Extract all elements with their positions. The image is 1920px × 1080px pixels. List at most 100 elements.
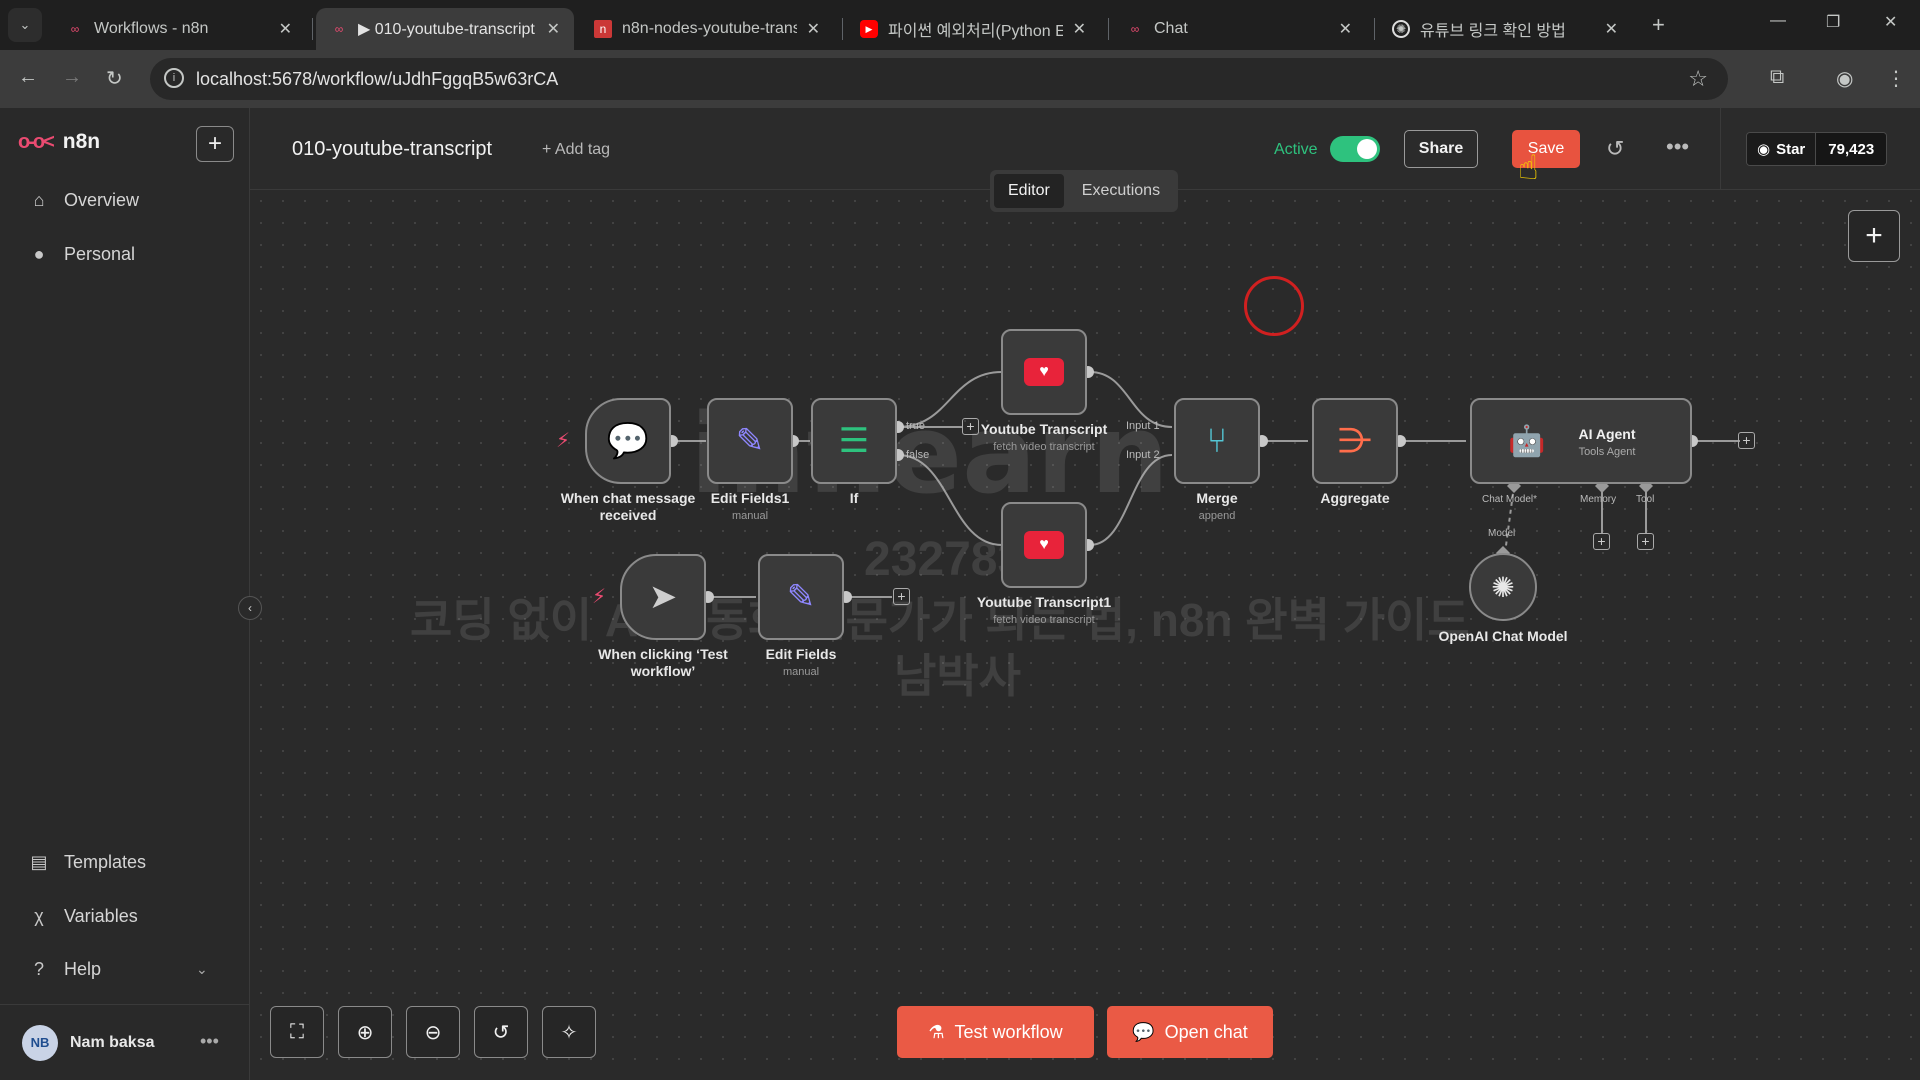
site-info-icon[interactable]: i	[164, 68, 184, 88]
node-youtube-transcript1-label: Youtube Transcript1	[976, 594, 1112, 610]
chat-icon: 💬	[1132, 1021, 1155, 1042]
active-label: Active	[1274, 141, 1318, 158]
history-icon[interactable]: ↺	[1606, 136, 1624, 162]
node-chat-trigger[interactable]: 💬	[585, 398, 671, 484]
node-merge[interactable]: ⑂	[1174, 398, 1260, 484]
sidebar-item-variables[interactable]: χ Variables	[28, 906, 137, 927]
add-connection-icon[interactable]: +	[893, 588, 910, 605]
node-youtube-transcript1[interactable]: ♥	[1001, 502, 1087, 588]
if-false-label: false	[906, 449, 930, 461]
node-youtube-transcript1-sub: fetch video transcript	[993, 614, 1095, 626]
browser-tab-current[interactable]: ∞ ▶ 010-youtube-transcript ✕	[316, 8, 574, 50]
node-edit-fields[interactable]: ✎	[758, 554, 844, 640]
extensions-icon[interactable]: ⧉	[1770, 66, 1784, 89]
node-edit-fields-sub: manual	[782, 666, 820, 678]
close-icon[interactable]: ✕	[1605, 19, 1618, 39]
tab-executions[interactable]: Executions	[1068, 174, 1174, 208]
youtube-transcript-icon: ♥	[1024, 358, 1064, 386]
close-icon[interactable]: ✕	[1339, 19, 1352, 39]
node-aggregate[interactable]: ⋺	[1312, 398, 1398, 484]
share-button[interactable]: Share	[1404, 130, 1478, 168]
github-star-button[interactable]: ◉ Star 79,423	[1746, 132, 1888, 166]
merge-input1-label: Input 1	[1126, 420, 1160, 432]
box-icon: ▤	[30, 852, 48, 872]
browser-tab-npm[interactable]: n n8n-nodes-youtube-trans ✕	[580, 8, 834, 50]
tab-editor[interactable]: Editor	[994, 174, 1064, 208]
add-memory-icon[interactable]: +	[1593, 533, 1610, 550]
close-window-icon[interactable]: ✕	[1884, 12, 1897, 32]
close-icon[interactable]: ✕	[807, 19, 820, 39]
fit-view-icon[interactable]: ⛶	[270, 1006, 324, 1058]
if-true-label: true	[906, 420, 925, 432]
active-toggle[interactable]	[1330, 136, 1380, 162]
browser-tab-strip: ⌄ ∞ Workflows - n8n ✕ ∞ ▶ 010-youtube-tr…	[0, 0, 1920, 50]
more-icon[interactable]: •••	[200, 1031, 219, 1052]
back-icon[interactable]: ←	[18, 66, 38, 89]
node-if[interactable]: ☰	[811, 398, 897, 484]
more-options-icon[interactable]: •••	[1666, 134, 1689, 160]
create-button[interactable]: +	[196, 126, 234, 162]
browser-tab-chat[interactable]: ∞ Chat ✕	[1112, 8, 1366, 50]
close-icon[interactable]: ✕	[1073, 19, 1086, 39]
n8n-icon: ∞	[1130, 22, 1140, 36]
browser-tab-youtube[interactable]: ▶ 파이썬 예외처리(Python E ✕	[846, 8, 1100, 50]
open-chat-button[interactable]: 💬 Open chat	[1107, 1006, 1273, 1058]
agent-memory-port: Memory	[1580, 494, 1617, 505]
sidebar-item-personal[interactable]: ● Personal	[28, 244, 135, 265]
tab-search-button[interactable]: ⌄	[8, 8, 42, 42]
close-icon[interactable]: ✕	[279, 19, 292, 39]
sidebar-item-templates[interactable]: ▤ Templates	[28, 852, 146, 873]
user-menu[interactable]: NB Nam baksa •••	[0, 1004, 250, 1080]
add-connection-icon[interactable]: +	[1738, 432, 1755, 449]
github-icon: ◉	[1757, 141, 1771, 158]
collapse-sidebar-button[interactable]: ‹	[238, 596, 262, 620]
zoom-in-icon[interactable]: ⊕	[338, 1006, 392, 1058]
sidebar-item-help[interactable]: ? Help ⌄	[28, 959, 208, 980]
forward-icon[interactable]: →	[62, 66, 82, 89]
sidebar: o-o< n8n + ⌂ Overview ● Personal ▤ Templ…	[0, 108, 250, 1080]
node-manual-trigger[interactable]: ➤	[620, 554, 706, 640]
reload-icon[interactable]: ↻	[106, 66, 123, 91]
profile-icon[interactable]: ◉	[1836, 66, 1853, 91]
browser-tab-workflows[interactable]: ∞ Workflows - n8n ✕	[52, 8, 306, 50]
add-tool-icon[interactable]: +	[1637, 533, 1654, 550]
n8n-logo-icon: o-o<	[18, 130, 55, 153]
test-workflow-button[interactable]: ⚗ Test workflow	[897, 1006, 1094, 1058]
node-youtube-transcript[interactable]: ♥	[1001, 329, 1087, 415]
browser-toolbar: ← → ↻ i localhost:5678/workflow/uJdhFggq…	[0, 50, 1920, 108]
close-icon[interactable]: ✕	[547, 19, 560, 39]
node-openai-chat-model[interactable]: ✺	[1469, 553, 1537, 621]
new-tab-button[interactable]: +	[1652, 12, 1665, 38]
add-tag-button[interactable]: + Add tag	[542, 141, 610, 159]
reset-zoom-icon[interactable]: ↺	[474, 1006, 528, 1058]
workflow-name[interactable]: 010-youtube-transcript	[292, 138, 492, 161]
node-edit-fields1[interactable]: ✎	[707, 398, 793, 484]
robot-icon: 🤖	[1508, 425, 1546, 458]
aggregate-icon: ⋺	[1338, 422, 1372, 460]
restore-icon[interactable]: ❐	[1826, 12, 1840, 32]
agent-tool-port: Tool	[1636, 494, 1655, 505]
user-name: Nam baksa	[70, 1033, 155, 1051]
minimize-icon[interactable]: —	[1770, 12, 1786, 30]
node-edit-fields-label: Edit Fields	[765, 646, 837, 662]
openai-icon: ✺	[1392, 20, 1410, 38]
bookmark-star-icon[interactable]: ☆	[1688, 66, 1708, 92]
node-ai-agent[interactable]: 🤖 AI Agent Tools Agent	[1470, 398, 1692, 484]
sidebar-item-overview[interactable]: ⌂ Overview	[28, 190, 139, 211]
node-youtube-transcript-label: Youtube Transcript	[980, 421, 1108, 437]
chat-bubbles-icon: 💬	[606, 422, 650, 460]
youtube-transcript-icon: ♥	[1024, 531, 1064, 559]
merge-input2-label: Input 2	[1126, 449, 1160, 461]
add-node-button[interactable]: +	[1848, 210, 1900, 262]
address-bar[interactable]: i localhost:5678/workflow/uJdhFggqB5w63r…	[150, 58, 1728, 100]
tidy-up-icon[interactable]: ✧	[542, 1006, 596, 1058]
trigger-bolt-icon: ⚡	[556, 430, 571, 452]
browser-menu-icon[interactable]: ⋮	[1886, 66, 1906, 91]
agent-chat-model-port: Chat Model*	[1482, 494, 1538, 505]
cursor-arrow-icon: ➤	[648, 578, 678, 616]
node-merge-label: Merge	[1196, 490, 1238, 506]
watermark-author: 남박사	[894, 650, 1021, 702]
browser-tab-openai[interactable]: ✺ 유튜브 링크 확인 방법 ✕	[1378, 8, 1632, 50]
logo[interactable]: o-o< n8n	[18, 130, 100, 154]
zoom-out-icon[interactable]: ⊖	[406, 1006, 460, 1058]
